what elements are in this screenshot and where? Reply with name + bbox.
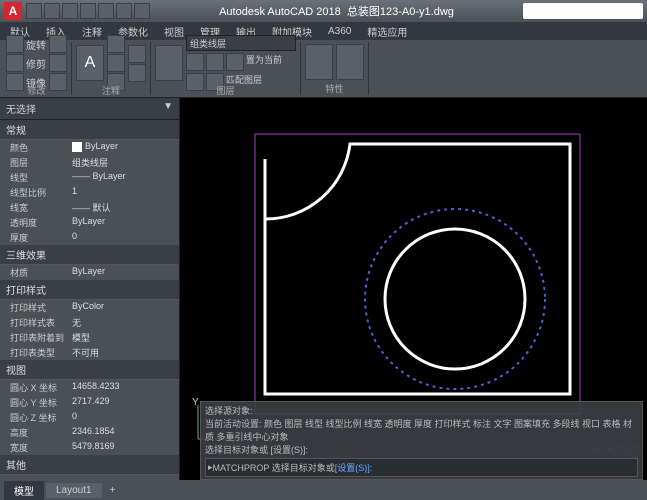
prop-row[interactable]: 颜色ByLayer (0, 140, 179, 155)
tab-annotate[interactable]: 注释 (76, 22, 108, 41)
qat-new-icon[interactable] (26, 3, 42, 19)
add-layout-button[interactable]: + (104, 485, 122, 496)
match-props-button[interactable] (305, 44, 333, 80)
command-options[interactable]: [设置(S)]: (335, 461, 373, 474)
layer-properties-button[interactable] (155, 45, 183, 81)
qat-save-icon[interactable] (62, 3, 78, 19)
prop-row[interactable]: 线型比例1 (0, 185, 179, 200)
ribbon-group-annotate: A 注释 (72, 42, 151, 95)
annotate-panel-label: 注释 (76, 84, 146, 97)
cmd-line-1: 选择源对象: (205, 404, 638, 417)
qat-saveas-icon[interactable] (80, 3, 96, 19)
trim-label: 修剪 (26, 56, 46, 71)
qat-redo-icon[interactable] (134, 3, 150, 19)
command-prompt-text: MATCHPROP 选择目标对象或 (213, 461, 335, 474)
ribbon-group-properties: 特性 (301, 42, 369, 95)
window-title: Autodesk AutoCAD 2018 总装图123-A0-y1.dwg (150, 3, 523, 19)
ribbon-tabs: 默认 插入 注释 参数化 视图 管理 输出 附加模块 A360 精选应用 (0, 22, 647, 40)
qat-plot-icon[interactable] (98, 3, 114, 19)
fillet-icon[interactable] (49, 35, 67, 53)
section-view[interactable]: 视图 (0, 360, 179, 380)
layout-tabs: 模型 Layout1 + (0, 480, 647, 500)
tab-featured[interactable]: 精选应用 (361, 22, 413, 41)
layers-panel-label: 图层 (155, 84, 296, 97)
prop-row[interactable]: 圆心 Z 坐标0 (0, 410, 179, 425)
filter-dropdown-icon[interactable]: ▼ (163, 101, 173, 116)
prop-row[interactable]: 高度2346.1854 (0, 425, 179, 440)
dim-radius-icon[interactable] (128, 64, 146, 82)
prop-row[interactable]: 线型—— ByLayer (0, 170, 179, 185)
properties-palette: 无选择 ▼ 常规 颜色ByLayer图层组类线层线型—— ByLayer线型比例… (0, 98, 180, 480)
properties-button[interactable] (336, 44, 364, 80)
rotate-icon[interactable] (6, 35, 24, 53)
layer-lock-icon[interactable] (226, 53, 244, 71)
tab-layout1[interactable]: Layout1 (46, 483, 102, 498)
prop-row[interactable]: 厚度0 (0, 230, 179, 245)
dim-leader-icon[interactable] (107, 54, 125, 72)
section-general[interactable]: 常规 (0, 120, 179, 140)
app-logo[interactable]: A (4, 2, 22, 20)
title-bar: A Autodesk AutoCAD 2018 总装图123-A0-y1.dwg (0, 0, 647, 22)
section-misc[interactable]: 其他 (0, 455, 179, 475)
prop-row[interactable]: 透明度ByLayer (0, 215, 179, 230)
quick-access-toolbar (26, 3, 150, 19)
copy-icon[interactable] (6, 54, 24, 72)
set-current-label[interactable]: 置为当前 (246, 53, 282, 71)
prop-row[interactable]: 打印样式ByColor (0, 300, 179, 315)
layer-freeze-icon[interactable] (206, 53, 224, 71)
dim-linear-icon[interactable] (107, 35, 125, 53)
ribbon-group-modify: 旋转 修剪 镜像 修改 (2, 42, 72, 95)
svg-text:Y: Y (192, 397, 199, 408)
layer-off-icon[interactable] (186, 53, 204, 71)
prop-row[interactable]: 材质ByLayer (0, 265, 179, 280)
text-button[interactable]: A (76, 45, 104, 81)
ribbon-group-layers: 组类线层 置为当前 匹配图层 图层 (151, 42, 301, 95)
dim-angular-icon[interactable] (128, 45, 146, 63)
tab-model[interactable]: 模型 (4, 481, 44, 500)
section-3d[interactable]: 三维效果 (0, 245, 179, 265)
prop-row[interactable]: 打印样式表无 (0, 315, 179, 330)
prop-row[interactable]: 图层组类线层 (0, 155, 179, 170)
qat-open-icon[interactable] (44, 3, 60, 19)
cmd-line-3: 选择目标对象或 [设置(S)]: (205, 443, 638, 456)
command-input[interactable]: ▸ MATCHPROP 选择目标对象或 [设置(S)]: (205, 458, 638, 477)
cmd-line-2: 当前活动设置: 颜色 图层 线型 线型比例 线宽 透明度 厚度 打印样式 标注 … (205, 417, 638, 443)
command-history: 选择源对象: 当前活动设置: 颜色 图层 线型 线型比例 线宽 透明度 厚度 打… (200, 401, 643, 480)
ribbon: 旋转 修剪 镜像 修改 A 注释 组类线层 置为当前 匹配图层 图层 (0, 40, 647, 98)
help-search-input[interactable] (523, 3, 643, 19)
prop-row[interactable]: 打印表附着到模型 (0, 330, 179, 345)
section-plot[interactable]: 打印样式 (0, 280, 179, 300)
prop-row[interactable]: 打印表类型不可用 (0, 345, 179, 360)
tab-a360[interactable]: A360 (322, 24, 357, 39)
selection-filter[interactable]: 无选择 (6, 101, 36, 116)
prop-row[interactable]: 线宽—— 默认 (0, 200, 179, 215)
array-icon[interactable] (49, 54, 67, 72)
prop-row[interactable]: 宽度5479.8169 (0, 440, 179, 455)
prop-row[interactable]: 圆心 X 坐标14658.4233 (0, 380, 179, 395)
modify-panel-label: 修改 (6, 84, 67, 97)
layer-dropdown[interactable]: 组类线层 (186, 35, 296, 51)
qat-undo-icon[interactable] (116, 3, 132, 19)
rotate-label: 旋转 (26, 37, 46, 52)
prop-row[interactable]: 圆心 Y 坐标2717.429 (0, 395, 179, 410)
properties-panel-label: 特性 (305, 82, 364, 95)
